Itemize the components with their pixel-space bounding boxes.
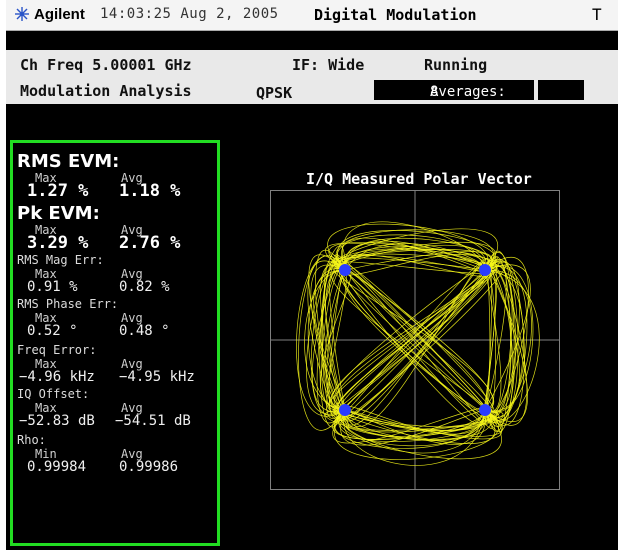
pk-evm-max: 3.29 % [27, 233, 89, 253]
iq-offset-avg: −54.51 dB [115, 413, 191, 429]
plot-grid [270, 190, 560, 490]
rms-evm-max: 1.27 % [27, 181, 89, 201]
if-mode: IF: Wide [292, 56, 365, 74]
rms-evm-title: RMS EVM: [17, 151, 120, 172]
measurement-name: Modulation Analysis [20, 82, 192, 100]
rms-evm-avg: 1.18 % [119, 181, 181, 201]
averages-label: Averages: [430, 84, 506, 100]
iq-offset-title: IQ Offset: [17, 387, 90, 401]
rms-mag-err-max: 0.91 % [27, 279, 78, 295]
metrics-panel: RMS EVM: Max Avg 1.27 % 1.18 % Pk EVM: M… [10, 140, 220, 546]
averages-value: 8 [430, 84, 439, 100]
trigger-indicator: T [592, 5, 602, 24]
constellation-symbol [339, 264, 351, 276]
rms-mag-err-avg: 0.82 % [119, 279, 170, 295]
rho-title: Rho: [17, 433, 46, 447]
rms-mag-err-title: RMS Mag Err: [17, 253, 104, 267]
freq-error-title: Freq Error: [17, 343, 97, 357]
pk-evm-avg: 2.76 % [119, 233, 181, 253]
run-state: Running [424, 56, 488, 74]
rms-phase-err-max: 0.52 ° [27, 323, 78, 339]
rho-min: 0.99984 [27, 459, 87, 475]
rho-avg: 0.99986 [119, 459, 179, 475]
trajectory-traces [296, 221, 540, 466]
constellation-symbol [339, 404, 351, 416]
analyzer-screen: Agilent 14:03:25 Aug 2, 2005 Digital Mod… [6, 0, 618, 550]
channel-frequency: Ch Freq 5.00001 GHz [20, 56, 192, 74]
constellation-symbol [479, 404, 491, 416]
iq-polar-vector-plot [270, 190, 560, 490]
iq-offset-max: −52.83 dB [19, 413, 95, 429]
trajectory-trace [338, 242, 496, 271]
title-bar: Agilent 14:03:25 Aug 2, 2005 Digital Mod… [6, 0, 618, 31]
timestamp: 14:03:25 Aug 2, 2005 [100, 6, 279, 22]
trajectory-trace [333, 264, 493, 413]
rms-phase-err-title: RMS Phase Err: [17, 297, 119, 311]
rms-phase-err-avg: 0.48 ° [119, 323, 170, 339]
brand-name: Agilent [34, 6, 85, 23]
trajectory-trace [334, 228, 498, 271]
averages-indicator: Averages: 8 [374, 80, 534, 100]
plot-title: I/Q Measured Polar Vector [306, 170, 532, 188]
pk-evm-title: Pk EVM: [17, 203, 100, 224]
trajectory-trace [344, 264, 490, 422]
mode-title: Digital Modulation [314, 6, 477, 24]
modulation-format: QPSK [256, 84, 293, 102]
agilent-spark-icon [15, 7, 29, 21]
averages-extra-box [538, 80, 584, 100]
constellation-symbol [479, 264, 491, 276]
freq-error-max: −4.96 kHz [19, 369, 95, 385]
freq-error-avg: −4.95 kHz [119, 369, 195, 385]
